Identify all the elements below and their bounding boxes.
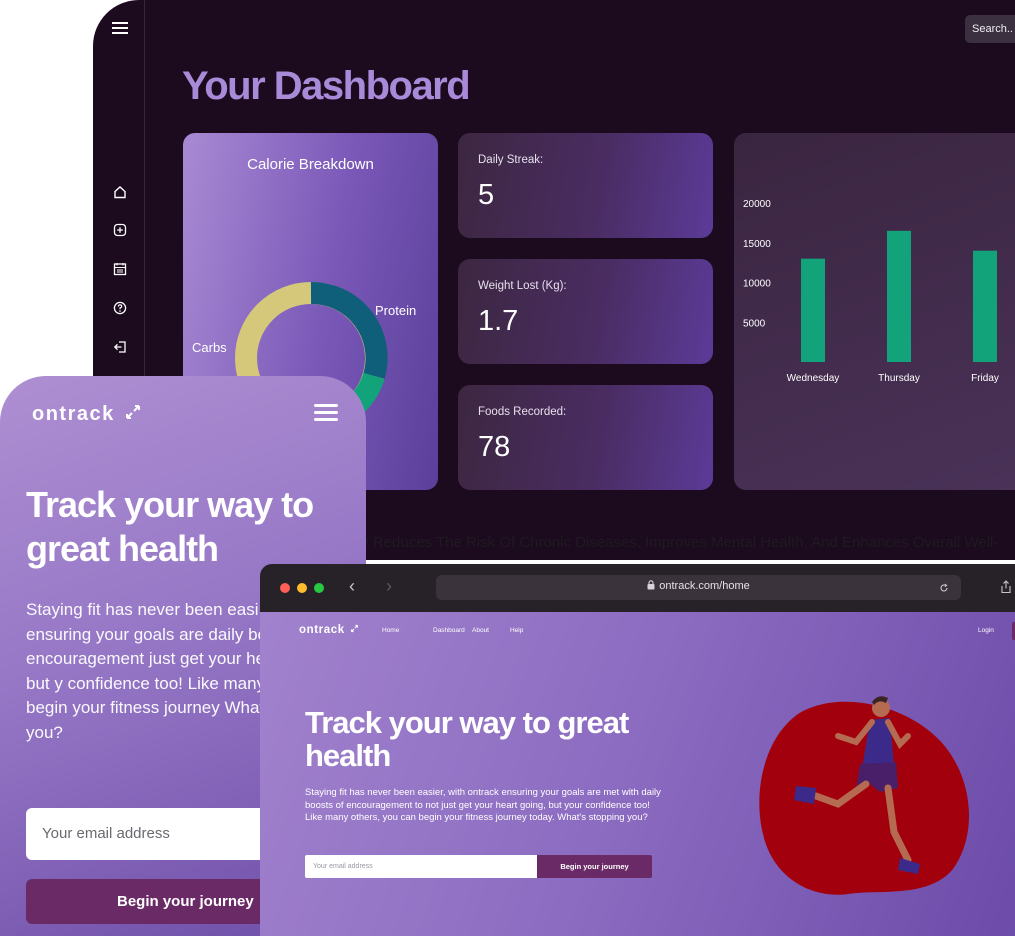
nav-link-dashboard[interactable]: Dashboard <box>433 627 465 634</box>
hero-headline: Track your way to great health <box>26 484 314 569</box>
foods-recorded-card: Foods Recorded: 78 <box>458 385 713 490</box>
nav-link-about[interactable]: About <box>472 627 489 634</box>
y-tick-label: 5000 <box>743 318 766 329</box>
maximize-window-button[interactable] <box>314 583 324 593</box>
page-title: Your Dashboard <box>182 64 471 108</box>
begin-journey-button[interactable]: Begin your journey <box>537 855 652 878</box>
email-field[interactable]: Your email address <box>305 855 537 878</box>
weight-lost-card: Weight Lost (Kg): 1.7 <box>458 259 713 364</box>
nav-link-help[interactable]: Help <box>510 627 523 634</box>
logout-icon[interactable] <box>109 336 131 358</box>
weekly-calorie-chart-card: 5000 10000 15000 20000 Wednesday Thursday Frid… <box>734 133 1015 490</box>
site-logo[interactable]: ontrack <box>299 624 359 636</box>
y-tick-label: 20000 <box>743 199 771 210</box>
search-input[interactable]: Search.. <box>965 15 1015 43</box>
lock-icon <box>647 580 655 590</box>
minimize-window-button[interactable] <box>297 583 307 593</box>
hero-headline: Track your way to great health <box>305 705 629 773</box>
menu-icon[interactable] <box>109 17 131 39</box>
close-window-button[interactable] <box>280 583 290 593</box>
stat-label: Daily Streak: <box>478 154 544 166</box>
stat-label: Foods Recorded: <box>478 406 567 418</box>
bar-chart: 5000 10000 15000 20000 Wednesday Thursday Frid… <box>743 199 999 384</box>
help-icon[interactable] <box>109 297 131 319</box>
share-icon[interactable] <box>1000 580 1012 594</box>
x-tick-label: Thursday <box>878 373 920 384</box>
stat-value: 5 <box>478 179 495 211</box>
url-text: ontrack.com/home <box>436 580 961 592</box>
logo[interactable]: ontrack <box>32 403 142 426</box>
stat-label: Weight Lost (Kg): <box>478 280 567 292</box>
bar-wednesday[interactable] <box>801 258 825 362</box>
stat-value: 1.7 <box>478 305 519 337</box>
calendar-icon[interactable] <box>109 258 131 280</box>
x-tick-label: Friday <box>971 373 999 384</box>
stat-value: 78 <box>478 431 511 463</box>
y-tick-label: 15000 <box>743 239 771 250</box>
address-bar[interactable]: ontrack.com/home <box>436 575 961 600</box>
back-icon[interactable]: ‹ <box>349 576 355 597</box>
add-square-icon[interactable] <box>109 219 131 241</box>
runner-illustration <box>759 696 970 895</box>
browser-toolbar: ‹ › ontrack.com/home <box>260 564 1015 612</box>
arrows-expand-icon <box>125 405 140 419</box>
login-link[interactable]: Login <box>978 627 994 634</box>
forward-icon[interactable]: › <box>386 576 392 597</box>
reload-icon[interactable] <box>939 583 949 593</box>
x-tick-label: Wednesday <box>787 373 840 384</box>
arrows-expand-icon <box>350 624 358 633</box>
protein-segment <box>310 281 388 380</box>
bar-thursday[interactable] <box>887 230 911 362</box>
daily-streak-card: Daily Streak: 5 <box>458 133 713 238</box>
hero-description: Staying fit has never been easier, with … <box>305 787 661 823</box>
home-icon[interactable] <box>109 181 131 203</box>
nav-link-home[interactable]: Home <box>382 627 399 634</box>
browser-window: ‹ › ontrack.com/home ontrack Home Dashbo… <box>260 564 1015 936</box>
hamburger-menu-icon[interactable] <box>314 404 338 422</box>
y-tick-label: 10000 <box>743 279 771 290</box>
bar-friday[interactable] <box>973 250 997 362</box>
site-header: ontrack Home Dashboard About Help Login <box>260 622 1015 644</box>
